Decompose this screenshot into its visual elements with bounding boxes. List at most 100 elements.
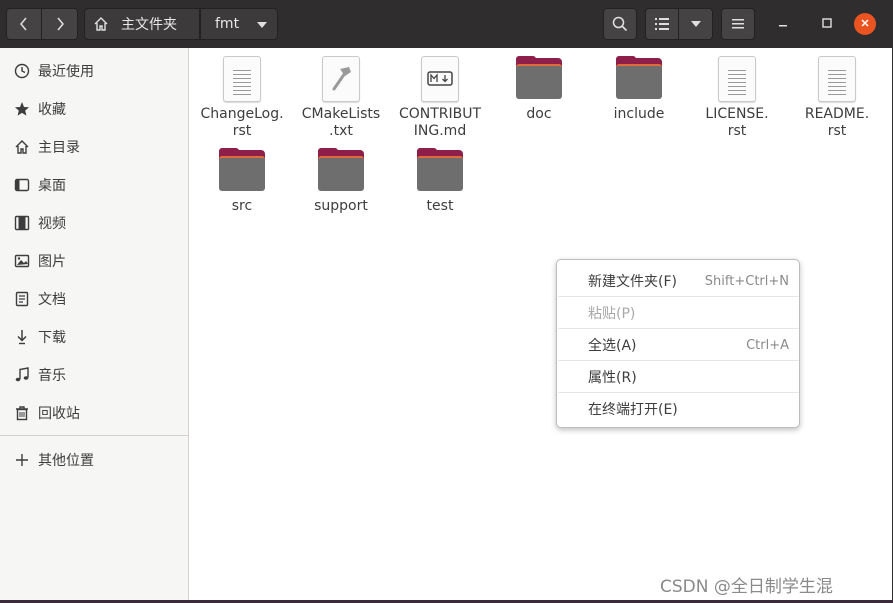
menu-item-label: 属性(R) [588,370,637,386]
folder-item[interactable]: doc [489,55,589,123]
home-icon [14,139,30,155]
menu-item-label: 粘贴(P) [588,306,636,322]
caret-down-icon [257,22,267,28]
folder-item[interactable]: support [291,147,391,215]
search-button[interactable] [603,8,637,40]
header-bar: 主文件夹 fmt [0,0,893,48]
sidebar-item-music[interactable]: 音乐 [0,357,188,393]
home-icon [93,16,109,32]
file-name: LICENSE. rst [705,106,769,139]
hamburger-icon [732,19,744,29]
folder-icon [515,55,563,103]
cmake-file-icon [317,55,365,103]
path-home-label: 主文件夹 [121,17,177,33]
sidebar-item-desktop[interactable]: 桌面 [0,167,188,203]
star-icon [14,101,30,117]
menu-item-label: 新建文件夹(F) [588,274,677,290]
sidebar-item-label: 主目录 [38,140,80,156]
menu-item-shortcut: Shift+Ctrl+N [704,273,789,289]
file-name: support [314,198,368,214]
video-icon [14,215,30,231]
file-item[interactable]: README. rst [787,55,887,140]
sidebar-item-recent[interactable]: 最近使用 [0,53,188,89]
folder-icon [416,147,464,195]
caret-down-icon [690,21,701,27]
file-name: ChangeLog. rst [200,106,284,139]
menu-item-label: 在终端打开(E) [588,402,678,418]
text-file-icon [713,55,761,103]
sidebar-item-label: 其他位置 [38,453,94,469]
search-icon [612,16,628,32]
watermark: CSDN @全日制学生混 [660,577,833,597]
path-current-button[interactable]: fmt [200,8,278,40]
chevron-right-icon [55,16,65,32]
text-file-icon [218,55,266,103]
download-icon [14,329,30,345]
menu-item-properties[interactable]: 属性(R) [557,361,799,393]
folder-item[interactable]: include [589,55,689,123]
context-menu: 新建文件夹(F) Shift+Ctrl+N 粘贴(P) 全选(A) Ctrl+A… [556,259,800,428]
back-button[interactable] [6,8,42,40]
sidebar-item-label: 最近使用 [38,64,94,80]
sidebar-item-home[interactable]: 主目录 [0,129,188,165]
list-view-button[interactable] [645,8,679,40]
path-home-button[interactable]: 主文件夹 [84,8,200,40]
file-name: include [613,106,665,122]
sidebar-item-documents[interactable]: 文档 [0,281,188,317]
close-button[interactable] [854,13,876,35]
menu-button[interactable] [721,8,755,40]
menu-item-select-all[interactable]: 全选(A) Ctrl+A [557,329,799,361]
menu-item-shortcut: Ctrl+A [746,337,789,353]
sidebar-item-downloads[interactable]: 下载 [0,319,188,355]
sidebar: 最近使用 收藏 主目录 桌面 视频 图片 文档 下载 音乐 回收站 其他位置 [0,48,189,600]
file-name: doc [526,106,552,122]
menu-item-paste[interactable]: 粘贴(P) [557,297,799,329]
sidebar-divider [0,435,188,436]
plus-icon [14,452,30,468]
folder-icon [615,55,663,103]
forward-button[interactable] [42,8,78,40]
close-icon [860,16,870,32]
file-name: src [231,198,253,214]
sidebar-item-starred[interactable]: 收藏 [0,91,188,127]
clock-icon [14,63,30,79]
desktop-icon [14,177,30,193]
menu-item-open-terminal[interactable]: 在终端打开(E) [557,393,799,425]
sidebar-item-videos[interactable]: 视频 [0,205,188,241]
file-name: CONTRIBUT ING.md [398,106,482,139]
file-item[interactable]: CONTRIBUT ING.md [390,55,490,140]
sidebar-item-pictures[interactable]: 图片 [0,243,188,279]
sidebar-item-other-locations[interactable]: 其他位置 [0,442,188,478]
sidebar-item-label: 图片 [38,254,66,270]
sidebar-item-label: 文档 [38,292,66,308]
menu-item-label: 全选(A) [588,338,637,354]
sidebar-item-label: 下载 [38,330,66,346]
document-icon [14,291,30,307]
file-item[interactable]: ChangeLog. rst [192,55,292,140]
folder-icon [218,147,266,195]
file-name: CMakeLists .txt [301,106,381,139]
sidebar-item-label: 收藏 [38,102,66,118]
sidebar-item-trash[interactable]: 回收站 [0,395,188,431]
file-item[interactable]: LICENSE. rst [687,55,787,140]
sidebar-item-label: 回收站 [38,406,80,422]
sidebar-item-label: 桌面 [38,178,66,194]
minimize-button[interactable] [771,12,795,36]
folder-icon [317,147,365,195]
folder-item[interactable]: test [390,147,490,215]
sidebar-item-label: 视频 [38,216,66,232]
folder-item[interactable]: src [192,147,292,215]
chevron-left-icon [19,16,29,32]
maximize-button[interactable] [815,12,839,36]
file-name: README. rst [804,106,870,139]
list-icon [655,18,669,30]
sidebar-item-label: 音乐 [38,368,66,384]
menu-item-new-folder[interactable]: 新建文件夹(F) Shift+Ctrl+N [557,265,799,297]
music-icon [14,367,30,383]
file-item[interactable]: CMakeLists .txt [291,55,391,140]
maximize-icon [822,16,832,32]
trash-icon [14,405,30,421]
image-icon [14,253,30,269]
markdown-file-icon [416,55,464,103]
view-options-button[interactable] [679,8,713,40]
